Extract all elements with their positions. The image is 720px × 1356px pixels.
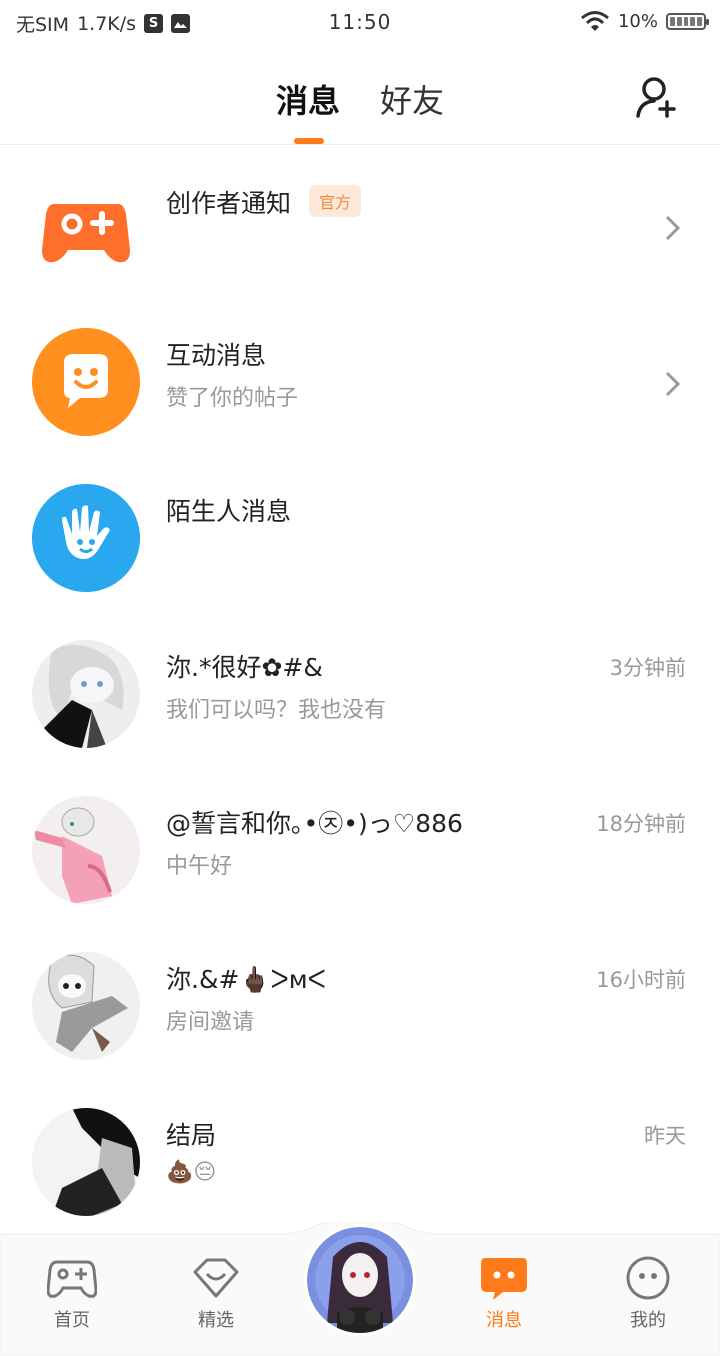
status-bar: 无SIM 1.7K/s S 11:50 10%: [0, 0, 720, 48]
user-avatar: [32, 640, 140, 748]
nav-messages[interactable]: [454, 1256, 554, 1304]
list-item-chat[interactable]: 沵.*很好✿#& 我们可以吗？我也没有 3分钟前: [0, 622, 720, 778]
active-tab-indicator: [294, 138, 324, 144]
conversation-time: 3分钟前: [609, 656, 686, 680]
conversation-title: 沵.*很好✿#&: [166, 653, 323, 682]
list-item-chat[interactable]: @誓言和你｡•㉨•)っ♡886 中午好 18分钟前: [0, 778, 720, 934]
nav-me-label: 我的: [630, 1310, 666, 1331]
gamepad-outline-icon: [46, 1260, 98, 1298]
list-item-chat[interactable]: 沵.&#🖕🏿ᐳᴍᐸ 房间邀请 16小时前: [0, 934, 720, 1090]
user-avatar: [32, 1108, 140, 1216]
hand-icon: [32, 484, 140, 592]
tab-friends[interactable]: 好友: [380, 76, 444, 122]
chat-bubble-icon: [32, 328, 140, 436]
chevron-right-icon: [665, 215, 681, 241]
conversation-title: 陌生人消息: [166, 497, 292, 526]
conversation-title: 互动消息: [166, 341, 267, 370]
nav-messages-label: 消息: [486, 1310, 522, 1331]
add-user-icon[interactable]: [634, 74, 680, 120]
chevron-right-icon: [665, 371, 681, 397]
nav-me[interactable]: [598, 1256, 698, 1304]
user-avatar: [32, 952, 140, 1060]
conversation-preview: 房间邀请: [166, 1010, 255, 1035]
face-icon: [626, 1256, 670, 1300]
wifi-icon: [581, 11, 609, 31]
list-item-interaction[interactable]: 互动消息 赞了你的帖子: [0, 310, 720, 466]
battery-icon: [666, 12, 709, 30]
conversation-time: 昨天: [644, 1124, 686, 1148]
nav-featured-label: 精选: [198, 1310, 234, 1331]
conversation-title: 结局: [166, 1121, 217, 1150]
heart-shield-icon: [193, 1258, 239, 1298]
conversation-title: @誓言和你｡•㉨•)っ♡886: [166, 809, 463, 838]
user-avatar: [32, 796, 140, 904]
status-right: 10%: [580, 10, 709, 32]
tab-messages[interactable]: 消息: [276, 76, 340, 122]
official-badge: 官方: [309, 185, 362, 217]
top-header: 消息 好友: [0, 48, 720, 145]
conversation-preview: 💩😔: [166, 1160, 217, 1185]
nav-home[interactable]: [22, 1256, 122, 1304]
conversation-preview: 中午好: [166, 854, 233, 879]
nav-featured[interactable]: [166, 1256, 266, 1304]
conversation-time: 18分钟前: [596, 812, 686, 836]
conversation-title: 创作者通知 官方: [166, 184, 362, 220]
center-avatar[interactable]: [304, 1224, 416, 1336]
nav-home-label: 首页: [54, 1310, 90, 1331]
list-item-creator-notice[interactable]: 创作者通知 官方: [0, 154, 720, 310]
battery-percent: 10%: [617, 10, 658, 32]
message-icon: [481, 1258, 527, 1300]
title-text: 创作者通知: [166, 189, 292, 218]
conversation-time: 16小时前: [596, 968, 686, 992]
conversation-title: 沵.&#🖕🏿ᐳᴍᐸ: [166, 965, 326, 994]
list-item-strangers[interactable]: 陌生人消息: [0, 466, 720, 622]
gamepad-icon: [32, 174, 140, 282]
conversation-preview: 赞了你的帖子: [166, 386, 299, 411]
conversation-preview: 我们可以吗？我也没有: [166, 698, 387, 723]
